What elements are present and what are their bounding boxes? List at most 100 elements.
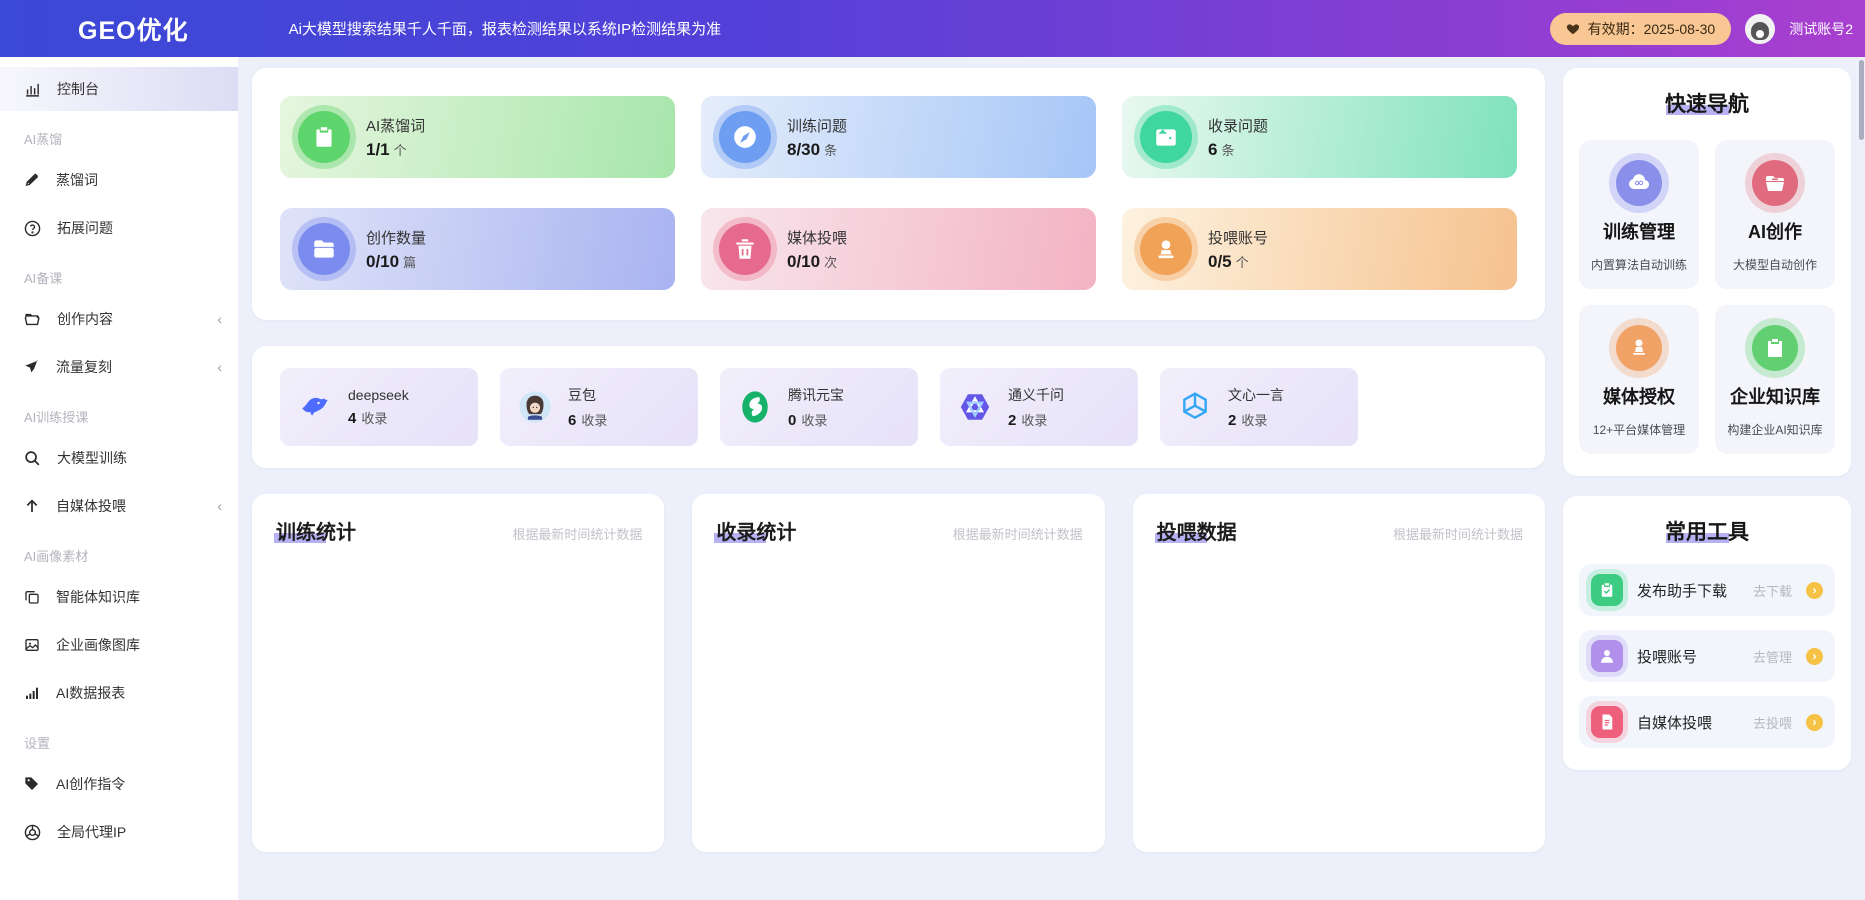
stats-panel: AI蒸馏词 1/1个 训练问题 8/30条 — [252, 68, 1545, 320]
username: 测试账号2 — [1789, 19, 1853, 39]
quick-nav-card-desc: 大模型自动创作 — [1733, 256, 1817, 273]
sidebar-item-agent-kb[interactable]: 智能体知识库 — [0, 575, 238, 619]
sidebar-item-label: 大模型训练 — [57, 448, 222, 468]
sidebar-section-title: AI备课 — [0, 254, 238, 297]
chevron-left-icon[interactable]: ‹ — [217, 311, 222, 327]
sidebar-item-label: 蒸馏词 — [56, 170, 222, 190]
sidebar-item-console[interactable]: 控制台 — [0, 67, 238, 111]
quick-nav-card-media-auth[interactable]: 媒体授权 12+平台媒体管理 — [1579, 305, 1699, 454]
validity-badge: 有效期：2025-08-30 — [1550, 13, 1732, 45]
stat-unit: 条 — [1221, 143, 1234, 158]
copy-icon — [24, 589, 40, 605]
chevron-left-icon[interactable]: ‹ — [217, 359, 222, 375]
sidebar-section-title: AI蒸馏 — [0, 115, 238, 158]
chart-panel-indexed-stats: 收录统计 根据最新时间统计数据 — [692, 494, 1104, 852]
arrow-up-icon — [24, 498, 40, 514]
platform-name: deepseek — [348, 387, 409, 403]
platform-name: 通义千问 — [1008, 385, 1064, 405]
scrollbar-thumb[interactable] — [1859, 60, 1864, 140]
platform-card-qianwen: 通义千问 2收录 — [940, 368, 1138, 446]
tool-label: 发布助手下载 — [1637, 580, 1739, 601]
stat-label: AI蒸馏词 — [366, 115, 425, 136]
camera-icon — [1140, 111, 1192, 163]
tool-action: 去投喂 — [1753, 713, 1792, 732]
stat-label: 投喂账号 — [1208, 227, 1268, 248]
platform-unit: 收录 — [581, 413, 607, 428]
tool-label: 投喂账号 — [1637, 646, 1739, 667]
platforms-panel: deepseek 4收录 豆包 6收录 腾讯元宝 0收录 — [252, 346, 1545, 468]
go-arrow-icon: › — [1806, 582, 1823, 599]
stat-value: 0/5 — [1208, 252, 1232, 271]
pen-icon — [24, 172, 40, 188]
stat-label: 媒体投喂 — [787, 227, 847, 248]
stat-card-training-questions: 训练问题 8/30 条 — [701, 96, 1096, 178]
sidebar-item-data-report[interactable]: AI数据报表 — [0, 671, 238, 715]
quick-nav-card-training[interactable]: 训练管理 内置算法自动训练 — [1579, 140, 1699, 289]
quick-nav-card-title: 企业知识库 — [1730, 383, 1820, 409]
quick-nav-card-ai-creation[interactable]: AI创作 大模型自动创作 — [1715, 140, 1835, 289]
clipboard-check-icon — [1591, 574, 1623, 606]
platform-count: 2 — [1008, 412, 1016, 429]
header-subtitle: Ai大模型搜索结果千人千面，报表检测结果以系统IP检测结果为准 — [289, 18, 722, 39]
sidebar-item-label: AI创作指令 — [56, 774, 222, 794]
avatar[interactable] — [1745, 14, 1775, 44]
chart-title: 收录统计 — [714, 516, 798, 545]
user-icon — [1591, 640, 1623, 672]
platform-unit: 收录 — [1241, 413, 1267, 428]
stat-value: 0/10 — [366, 252, 399, 271]
bar-chart-icon — [24, 81, 41, 98]
chart-subtitle: 根据最新时间统计数据 — [512, 524, 642, 543]
sidebar-item-label: 全局代理IP — [57, 822, 222, 842]
trash-icon — [719, 223, 771, 275]
stamp-icon — [1616, 325, 1662, 371]
platform-name: 腾讯元宝 — [788, 385, 844, 405]
stat-unit: 次 — [824, 255, 837, 270]
platform-card-yuanbao: 腾讯元宝 0收录 — [720, 368, 918, 446]
signal-bars-icon — [24, 685, 40, 701]
stat-label: 训练问题 — [787, 115, 847, 136]
stat-value: 0/10 — [787, 252, 820, 271]
sidebar-item-traffic-replica[interactable]: 流量复刻 ‹ — [0, 345, 238, 389]
folder-icon — [298, 223, 350, 275]
sidebar-item-label: AI数据报表 — [56, 683, 222, 703]
platform-name: 文心一言 — [1228, 385, 1284, 405]
user-stamp-icon — [1140, 223, 1192, 275]
stat-card-feed-accounts: 投喂账号 0/5个 — [1122, 208, 1517, 290]
tool-row-media-feed[interactable]: 自媒体投喂 去投喂 › — [1579, 696, 1835, 748]
sidebar-item-global-proxy[interactable]: 全局代理IP — [0, 810, 238, 854]
sidebar-item-label: 控制台 — [57, 79, 222, 99]
wenxin-cube-icon — [1176, 388, 1214, 426]
stat-unit: 条 — [824, 143, 837, 158]
chevron-left-icon[interactable]: ‹ — [217, 498, 222, 514]
platform-count: 4 — [348, 410, 356, 427]
sidebar-item-model-training[interactable]: 大模型训练 — [0, 436, 238, 480]
tools-title: 常用工具 — [1579, 516, 1835, 546]
sidebar-item-label: 智能体知识库 — [56, 587, 222, 607]
chart-subtitle: 根据最新时间统计数据 — [1393, 524, 1523, 543]
tool-row-feed-accounts[interactable]: 投喂账号 去管理 › — [1579, 630, 1835, 682]
sidebar-item-expand-questions[interactable]: 拓展问题 — [0, 206, 238, 250]
stat-value: 8/30 — [787, 140, 820, 159]
stat-value: 6 — [1208, 140, 1217, 159]
question-circle-icon — [24, 220, 41, 237]
stat-unit: 篇 — [403, 255, 416, 270]
cloud-icon — [1616, 160, 1662, 206]
sidebar-item-image-gallery[interactable]: 企业画像图库 — [0, 623, 238, 667]
go-arrow-icon: › — [1806, 648, 1823, 665]
quick-nav-card-desc: 内置算法自动训练 — [1591, 256, 1687, 273]
quick-nav-card-enterprise-kb[interactable]: 企业知识库 构建企业AI知识库 — [1715, 305, 1835, 454]
quick-nav-panel: 快速导航 训练管理 内置算法自动训练 AI创作 大模型自动创作 — [1563, 68, 1851, 476]
platform-unit: 收录 — [801, 413, 827, 428]
go-arrow-icon: › — [1806, 714, 1823, 731]
chart-panel-training-stats: 训练统计 根据最新时间统计数据 — [252, 494, 664, 852]
sidebar-item-label: 企业画像图库 — [56, 635, 222, 655]
sidebar-item-creation-content[interactable]: 创作内容 ‹ — [0, 297, 238, 341]
stat-card-creation-count: 创作数量 0/10篇 — [280, 208, 675, 290]
sidebar-item-ai-instruction[interactable]: AI创作指令 — [0, 762, 238, 806]
sidebar-item-distill-words[interactable]: 蒸馏词 — [0, 158, 238, 202]
quick-nav-title: 快速导航 — [1579, 88, 1835, 118]
stat-label: 收录问题 — [1208, 115, 1268, 136]
sidebar-item-media-feed[interactable]: 自媒体投喂 ‹ — [0, 484, 238, 528]
tool-row-publish-assistant[interactable]: 发布助手下载 去下载 › — [1579, 564, 1835, 616]
quick-nav-card-title: 训练管理 — [1603, 218, 1675, 244]
